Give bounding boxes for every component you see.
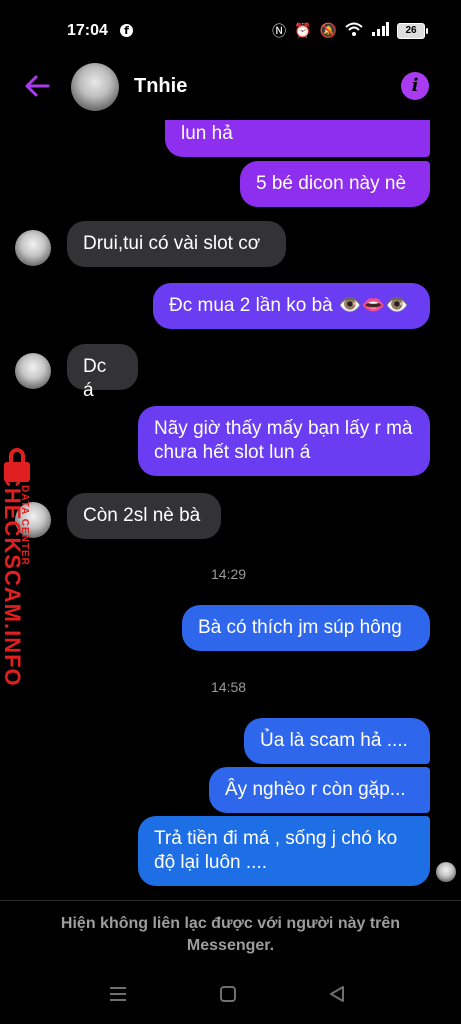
outgoing-message[interactable]: Trả tiền đi má , sống j chó ko độ lại lu… bbox=[138, 816, 430, 886]
timestamp: 14:58 bbox=[211, 679, 247, 695]
outgoing-message[interactable]: Bà có thích jm súp hông bbox=[182, 605, 430, 651]
incoming-message[interactable]: Drui,tui có vài slot cơ bbox=[67, 221, 286, 267]
incoming-message[interactable]: Còn 2sl nè bà bbox=[67, 493, 221, 539]
contact-name[interactable]: Tnhie bbox=[134, 75, 187, 98]
battery-icon: 26 bbox=[397, 23, 428, 39]
seen-avatar bbox=[436, 862, 456, 882]
outgoing-message[interactable]: 5 bé dicon này nè bbox=[240, 161, 430, 207]
info-icon[interactable]: i bbox=[401, 72, 429, 100]
outgoing-message[interactable]: lun hả bbox=[165, 120, 430, 157]
conversation-header: Tnhie i bbox=[0, 60, 461, 116]
divider bbox=[0, 900, 461, 901]
outgoing-message[interactable]: Nãy giờ thấy mấy bạn lấy r mà chưa hết s… bbox=[138, 406, 430, 476]
contact-avatar-small bbox=[15, 230, 51, 266]
back-icon[interactable] bbox=[328, 984, 346, 1008]
unavailable-notice: Hiện không liên lạc được với người này t… bbox=[60, 915, 401, 954]
mute-icon: 🔕 bbox=[319, 23, 337, 39]
status-bar: 17:04 f Ⓝ ⏰ 🔕 26 bbox=[0, 0, 461, 60]
system-nav-bar bbox=[0, 970, 461, 1024]
contact-avatar[interactable] bbox=[71, 63, 119, 111]
contact-avatar-small bbox=[15, 353, 51, 389]
outgoing-message[interactable]: Đc mua 2 lần ko bà 👁️👄👁️ bbox=[153, 283, 430, 329]
watermark-title: CHECKSCAM.INFO bbox=[0, 471, 25, 687]
recent-apps-icon[interactable] bbox=[108, 984, 128, 1008]
home-icon[interactable] bbox=[219, 984, 237, 1008]
signal-icon bbox=[371, 22, 389, 40]
incoming-message[interactable]: Dc á bbox=[67, 344, 138, 401]
outgoing-message[interactable]: Ủa là scam hả .... bbox=[244, 718, 430, 764]
nfc-icon: Ⓝ bbox=[272, 24, 287, 40]
wifi-icon bbox=[345, 22, 363, 40]
watermark: DATA CENTER CHECKSCAM.INFO bbox=[0, 440, 50, 687]
status-time: 17:04 bbox=[67, 22, 108, 39]
alarm-icon: ⏰ bbox=[294, 23, 312, 39]
system-icons: Ⓝ ⏰ 🔕 26 bbox=[272, 21, 428, 41]
back-arrow-icon[interactable] bbox=[20, 68, 56, 104]
facebook-icon: f bbox=[120, 24, 133, 37]
timestamp: 14:29 bbox=[211, 566, 247, 582]
outgoing-message[interactable]: Ây nghèo r còn gặp... bbox=[209, 767, 430, 813]
